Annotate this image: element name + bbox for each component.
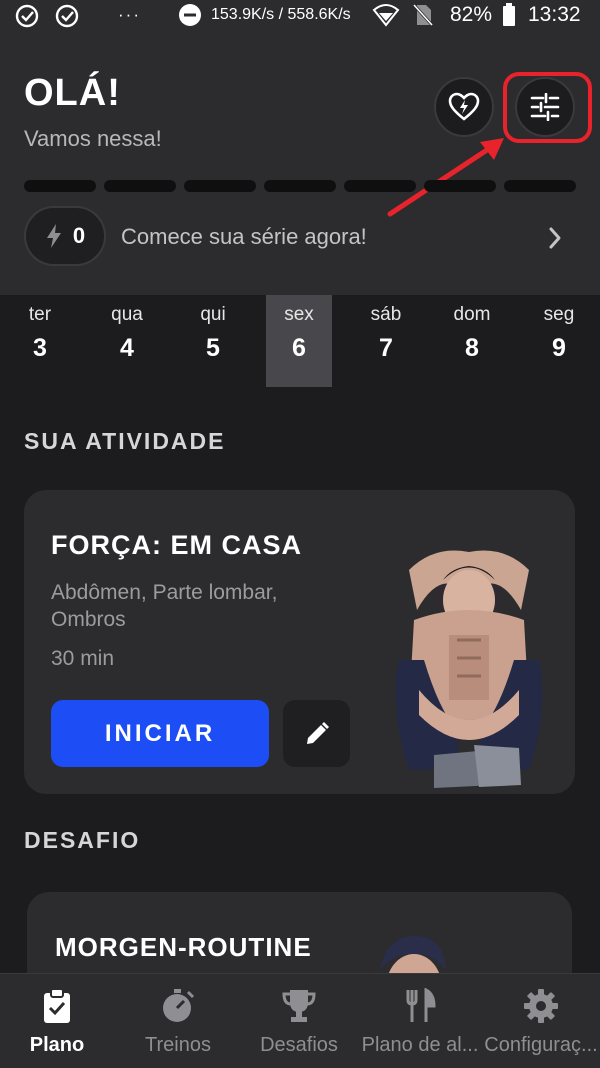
challenge-section-title: DESAFIO [24,827,141,853]
header: OLÁ! Vamos nessa! 0 Comece sua série ago… [0,30,600,295]
trophy-icon [282,990,316,1022]
highlight-box [503,72,592,143]
weekly-progress [24,180,576,192]
workout-title: FORÇA: EM CASA [51,530,302,560]
day-thu[interactable]: qui 5 [180,295,246,387]
day-mon[interactable]: seg 9 [526,295,592,387]
fork-knife-icon [406,988,436,1022]
progress-segment [504,180,576,192]
status-bar: ··· 153.9K/s / 558.6K/s 82% 13:32 [0,0,600,30]
page-title: OLÁ! [24,72,121,114]
workout-card[interactable]: FORÇA: EM CASA Abdômen, Parte lombar, Om… [24,490,575,794]
progress-segment [24,180,96,192]
health-button[interactable] [434,77,494,137]
check-circle-icon [55,4,79,28]
progress-segment [344,180,416,192]
bottom-nav: Plano Treinos Desafios Plano de al... Co… [0,973,600,1068]
day-wed[interactable]: qua 4 [94,295,160,387]
clipboard-check-icon [44,988,70,1023]
progress-segment [104,180,176,192]
progress-segment [184,180,256,192]
workout-duration: 30 min [51,647,115,670]
nav-settings[interactable]: Configuraç... [481,974,600,1068]
page-subtitle: Vamos nessa! [24,126,162,151]
chevron-right-icon[interactable] [544,225,566,251]
pencil-icon [306,721,329,744]
network-speed: 153.9K/s / 558.6K/s [211,6,351,23]
do-not-disturb-icon [179,4,201,26]
progress-segment [424,180,496,192]
streak-prompt[interactable]: Comece sua série agora! [121,224,367,250]
clock: 13:32 [528,3,581,26]
battery-icon [503,3,515,26]
wifi-icon [372,4,400,27]
nav-plan[interactable]: Plano [0,974,117,1068]
start-button[interactable]: INICIAR [51,700,269,767]
lightning-icon [46,224,61,248]
workout-muscles: Abdômen, Parte lombar, Ombros [51,581,278,631]
nav-meal-plan[interactable]: Plano de al... [360,974,480,1068]
annotation-arrow-icon [387,138,504,217]
day-sun[interactable]: dom 8 [439,295,505,387]
day-selector: ter 3 qua 4 qui 5 sex 6 sáb 7 dom 8 seg 9 [0,295,600,390]
streak-count: 0 [72,223,86,248]
no-sim-icon [412,3,434,27]
nav-workouts[interactable]: Treinos [118,974,238,1068]
nav-challenges[interactable]: Desafios [239,974,359,1068]
check-circle-icon [15,4,39,28]
edit-button[interactable] [283,700,350,767]
day-fri-selected[interactable]: sex 6 [266,295,332,387]
day-tue[interactable]: ter 3 [7,295,73,387]
gear-icon [524,989,558,1023]
challenge-title: MORGEN-ROUTINE [55,932,312,962]
heart-bolt-icon [448,92,480,121]
day-sat[interactable]: sáb 7 [353,295,419,387]
battery-level: 82% [450,3,493,26]
progress-segment [264,180,336,192]
activity-section-title: SUA ATIVIDADE [24,428,226,454]
stopwatch-icon [163,989,195,1022]
more-notifications: ··· [118,5,141,24]
athlete-illustration [395,550,543,788]
streak-badge[interactable]: 0 [24,206,106,266]
